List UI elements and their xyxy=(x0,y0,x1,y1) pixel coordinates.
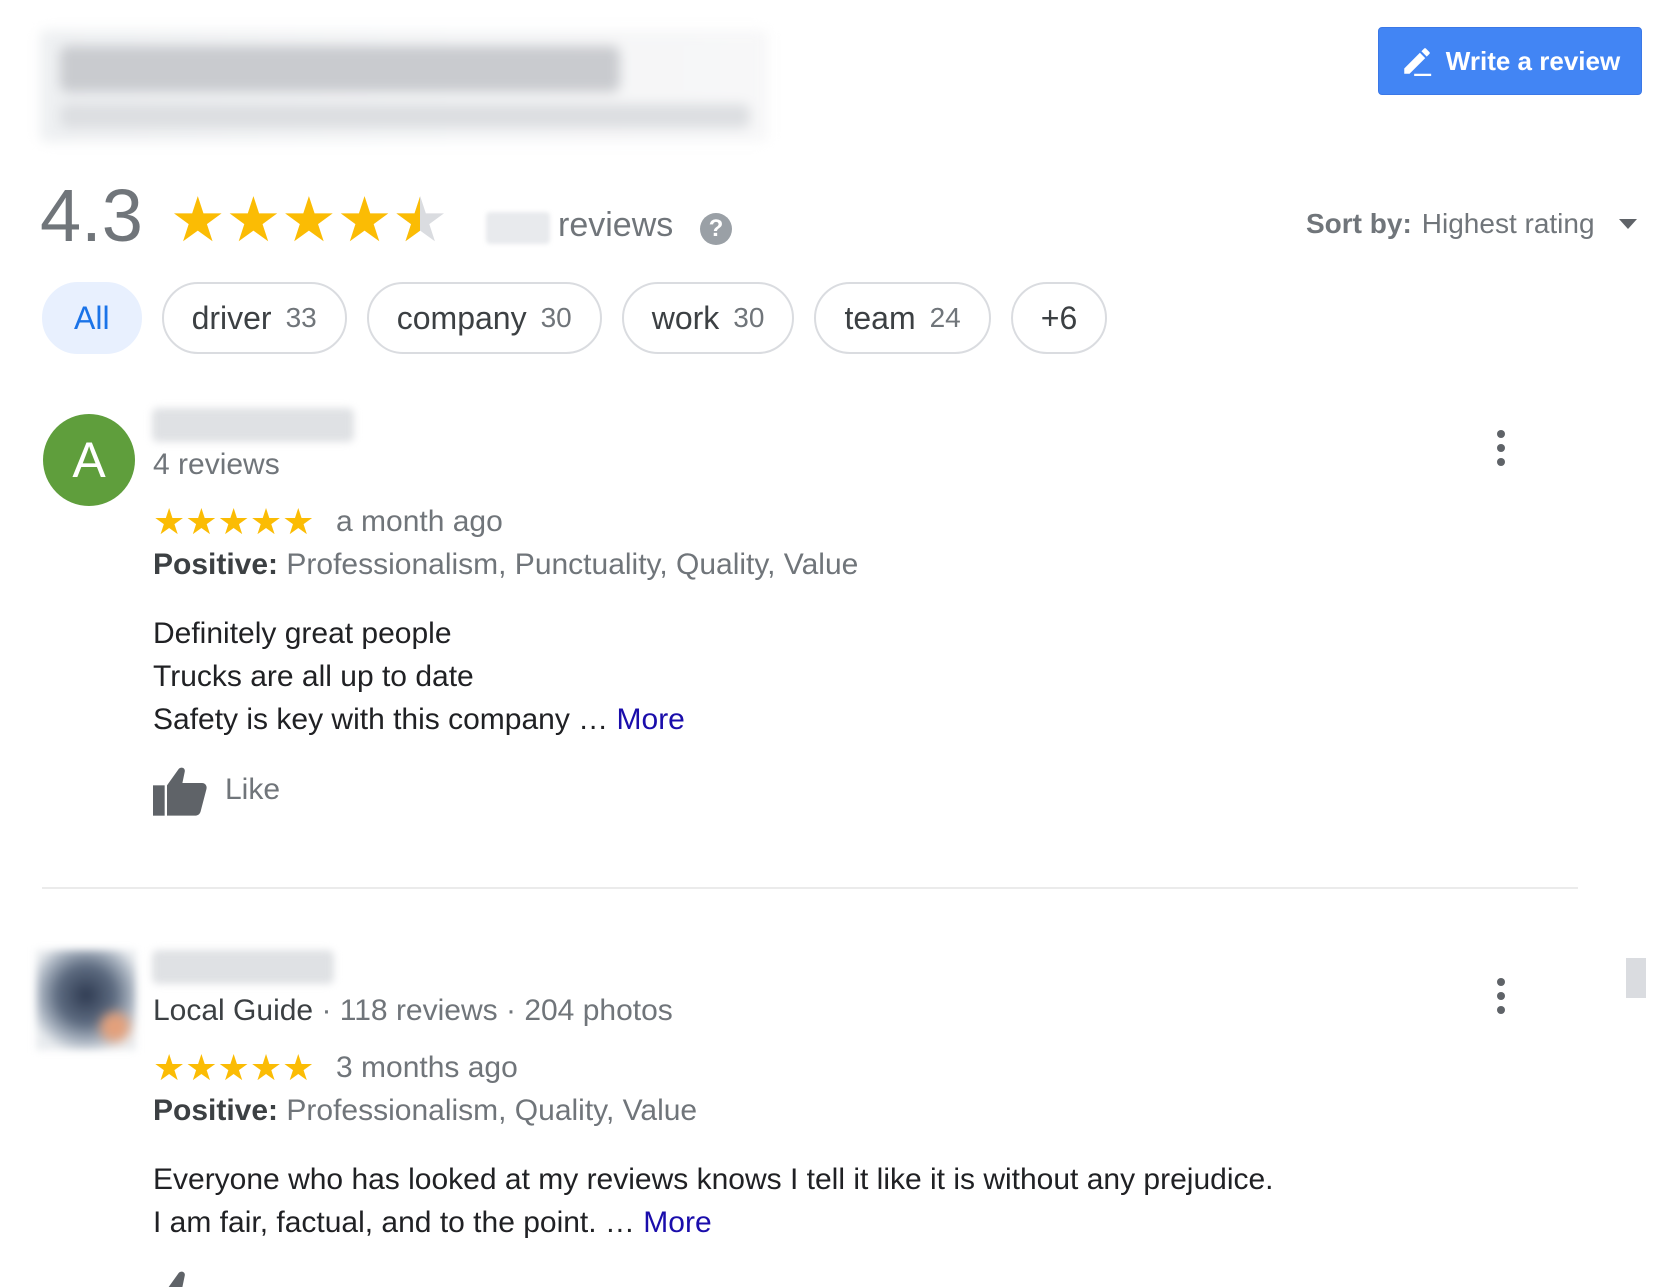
more-vert-icon[interactable] xyxy=(1495,978,1507,1014)
topic-filter-chips: All driver 33 company 30 work 30 team 24 +6 xyxy=(42,282,1108,354)
help-icon[interactable]: ? xyxy=(700,213,732,245)
avatar[interactable] xyxy=(36,950,136,1050)
reviewer-meta: Local Guide · 118 reviews · 204 photos xyxy=(153,994,673,1027)
review-stars: ★★★★★ xyxy=(153,501,315,542)
more-link[interactable]: More xyxy=(617,703,685,736)
sort-label: Sort by: xyxy=(1306,208,1412,239)
chip-company[interactable]: company 30 xyxy=(366,282,602,354)
sort-value: Highest rating xyxy=(1421,208,1595,239)
more-vert-icon[interactable] xyxy=(1495,430,1507,466)
local-guide-label: Local Guide xyxy=(153,994,314,1027)
chip-all[interactable]: All xyxy=(42,282,142,354)
sort-dropdown[interactable]: Sort by: Highest rating xyxy=(1306,208,1637,240)
review-positives: Positive: Professionalism, Quality, Valu… xyxy=(153,1094,698,1127)
business-name-blurred xyxy=(40,30,768,142)
caret-down-icon xyxy=(1618,219,1637,229)
thumbs-up-icon xyxy=(153,767,207,816)
chip-more[interactable]: +6 xyxy=(1010,282,1108,354)
like-label: Like xyxy=(225,773,281,806)
review-positives: Positive: Professionalism, Punctuality, … xyxy=(153,548,859,581)
reviewer-name-blurred[interactable] xyxy=(152,408,354,442)
overall-star-rating: ★★★★★ xyxy=(170,190,448,253)
reviewer-name-blurred[interactable] xyxy=(152,950,334,984)
review-date: a month ago xyxy=(336,505,503,538)
overall-rating: 4.3 xyxy=(40,174,143,257)
review-count-blurred xyxy=(486,212,550,244)
review-date: 3 months ago xyxy=(336,1051,518,1084)
review-text: Definitely great people Trucks are all u… xyxy=(153,617,685,736)
avatar[interactable]: A xyxy=(43,414,135,506)
write-review-label: Write a review xyxy=(1445,45,1621,76)
scrollbar-thumb[interactable] xyxy=(1626,958,1646,998)
thumbs-up-icon xyxy=(168,1271,203,1287)
write-review-button[interactable]: Write a review xyxy=(1378,27,1642,95)
chip-team[interactable]: team 24 xyxy=(814,282,991,354)
more-link[interactable]: More xyxy=(643,1206,711,1239)
like-button-partial[interactable] xyxy=(153,1268,213,1287)
review-text: Everyone who has looked at my reviews kn… xyxy=(153,1163,1274,1239)
like-button[interactable]: Like xyxy=(153,764,280,816)
review-stars: ★★★★★ xyxy=(153,1047,315,1088)
pencil-icon xyxy=(1404,48,1431,77)
chip-work[interactable]: work 30 xyxy=(621,282,795,354)
reviews-label: reviews xyxy=(558,206,674,244)
chip-driver[interactable]: driver 33 xyxy=(161,282,347,354)
review-divider xyxy=(42,887,1578,889)
reviewer-meta: 4 reviews xyxy=(153,448,280,481)
